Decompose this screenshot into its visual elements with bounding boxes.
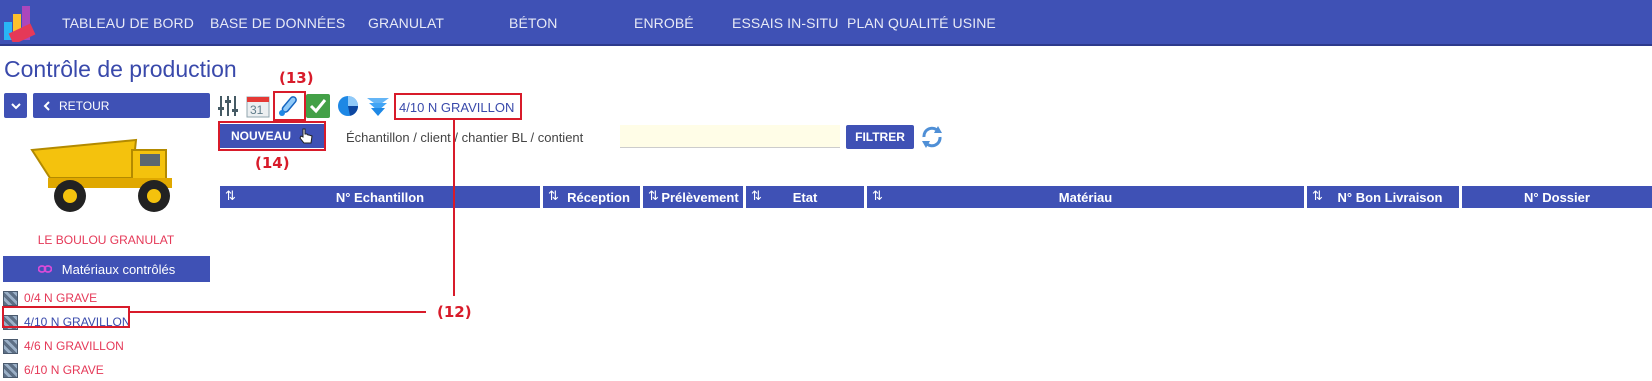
column-header[interactable]: ⇅ N° Bon Livraison bbox=[1307, 186, 1459, 208]
material-thumbnail-icon bbox=[3, 338, 18, 354]
materials-header-label: Matériaux contrôlés bbox=[61, 261, 176, 277]
annotation-14: (14) bbox=[255, 154, 290, 172]
column-header[interactable]: ⇅ Prélèvement bbox=[643, 186, 743, 208]
retour-button[interactable]: RETOUR bbox=[33, 93, 210, 118]
nav-essais-in-situ[interactable]: ESSAIS IN-SITU bbox=[732, 15, 838, 31]
retour-label: RETOUR bbox=[59, 98, 110, 113]
top-navbar: TABLEAU DE BORD BASE DE DONNÉES GRANULAT… bbox=[0, 0, 1652, 46]
nav-granulat[interactable]: GRANULAT bbox=[368, 15, 444, 31]
column-header[interactable]: N° Dossier bbox=[1462, 186, 1652, 208]
sort-icon[interactable]: ⇅ bbox=[548, 188, 559, 204]
filter-input[interactable] bbox=[620, 125, 840, 148]
collapse-button[interactable] bbox=[4, 93, 27, 118]
material-item[interactable]: 6/10 N GRAVE bbox=[3, 360, 104, 380]
nav-enrobe[interactable]: ENROBÉ bbox=[634, 15, 694, 31]
nav-base-de-donnees[interactable]: BASE DE DONNÉES bbox=[210, 15, 345, 31]
filtrer-button[interactable]: FILTRER bbox=[846, 125, 914, 149]
annotation-12-box-material bbox=[2, 306, 130, 328]
column-header[interactable]: ⇅ Etat bbox=[746, 186, 864, 208]
pie-chart-icon[interactable] bbox=[336, 94, 360, 118]
annotation-12: (12) bbox=[437, 303, 472, 321]
annotation-14-box bbox=[218, 121, 326, 151]
sort-icon[interactable]: ⇅ bbox=[751, 188, 762, 204]
calendar-day: 31 bbox=[250, 103, 264, 117]
annotation-12-connector-horizontal bbox=[130, 311, 426, 313]
dump-truck-icon bbox=[30, 138, 172, 212]
annotation-13: (13) bbox=[279, 69, 314, 87]
material-thumbnail-icon bbox=[3, 362, 18, 378]
chevron-left-icon bbox=[43, 100, 50, 111]
nav-beton[interactable]: BÉTON bbox=[509, 15, 557, 31]
app-logo[interactable] bbox=[2, 2, 42, 42]
settings-sliders-icon[interactable] bbox=[216, 94, 240, 118]
material-label: 4/6 N GRAVILLON bbox=[24, 339, 124, 353]
site-name: LE BOULOU GRANULAT bbox=[37, 233, 175, 247]
materials-header[interactable]: Matériaux contrôlés bbox=[3, 256, 210, 282]
material-label: 6/10 N GRAVE bbox=[24, 363, 104, 377]
material-thumbnail-icon bbox=[3, 290, 18, 306]
material-item[interactable]: 0/4 N GRAVE bbox=[3, 288, 97, 308]
column-header[interactable]: ⇅ N° Echantillon bbox=[220, 186, 540, 208]
sort-icon[interactable]: ⇅ bbox=[872, 188, 883, 204]
material-item[interactable]: 4/6 N GRAVILLON bbox=[3, 336, 124, 356]
nav-tableau-de-bord[interactable]: TABLEAU DE BORD bbox=[62, 15, 194, 31]
page-title: Contrôle de production bbox=[4, 56, 237, 82]
annotation-13-box bbox=[273, 91, 306, 121]
annotation-12-box-sample bbox=[394, 93, 522, 120]
sort-icon[interactable]: ⇅ bbox=[225, 188, 236, 204]
refresh-icon[interactable] bbox=[920, 125, 944, 149]
filter-label: Échantillon / client / chantier BL / con… bbox=[346, 130, 584, 145]
column-header[interactable]: ⇅ Réception bbox=[543, 186, 640, 208]
nav-plan-qualite-usine[interactable]: PLAN QUALITÉ USINE bbox=[847, 15, 996, 31]
annotation-12-connector-vertical bbox=[453, 120, 455, 296]
column-header[interactable]: ⇅ Matériau bbox=[867, 186, 1304, 208]
link-icon bbox=[37, 265, 52, 273]
filter-funnel-icon[interactable] bbox=[366, 94, 390, 118]
sort-icon[interactable]: ⇅ bbox=[1312, 188, 1323, 204]
material-label: 0/4 N GRAVE bbox=[24, 291, 98, 305]
validate-check-icon[interactable] bbox=[306, 94, 330, 118]
sort-icon[interactable]: ⇅ bbox=[648, 188, 659, 204]
chevron-down-icon bbox=[10, 102, 21, 109]
calendar-icon[interactable]: 31 bbox=[246, 94, 270, 118]
